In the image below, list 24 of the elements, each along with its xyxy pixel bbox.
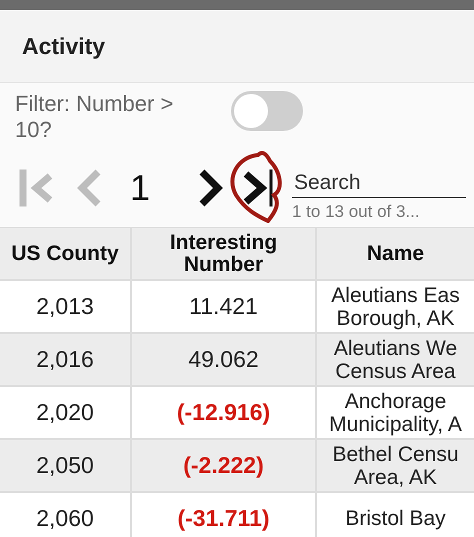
table-cell: 2,013 [0,281,132,332]
filter-label: Filter: Number > 10? [15,91,174,143]
table-cell: 11.421 [132,281,317,332]
table-cell-text: Bristol Bay [344,506,447,532]
search-field[interactable]: Search [292,168,466,198]
table-cell: (-31.711) [132,493,317,537]
page-title: Activity [22,32,106,60]
table-cell: 49.062 [132,334,317,385]
table-cell-text: Anchorage Municipality, A [328,388,463,438]
table-cell-text: Bethel Censu Area, AK [331,442,460,490]
table-cell: 2,020 [0,387,132,438]
table-cell-text: Aleutians We Census Area [332,336,458,384]
table-cell: (-2.222) [132,440,317,491]
result-count: 1 to 13 out of 3... [292,202,421,222]
filter-toggle[interactable] [231,91,303,131]
table-cell: 2,050 [0,440,132,491]
table-cell: 2,060 [0,493,132,537]
column-header[interactable]: US County [0,228,132,279]
table-cell: 2,016 [0,334,132,385]
column-header[interactable]: Interesting Number [132,228,317,279]
column-header[interactable]: Name [317,228,474,279]
table-cell-text: Aleutians Eas Borough, AK [330,282,461,332]
table-cell: (-12.916) [132,387,317,438]
page-number: 1 [130,167,152,209]
